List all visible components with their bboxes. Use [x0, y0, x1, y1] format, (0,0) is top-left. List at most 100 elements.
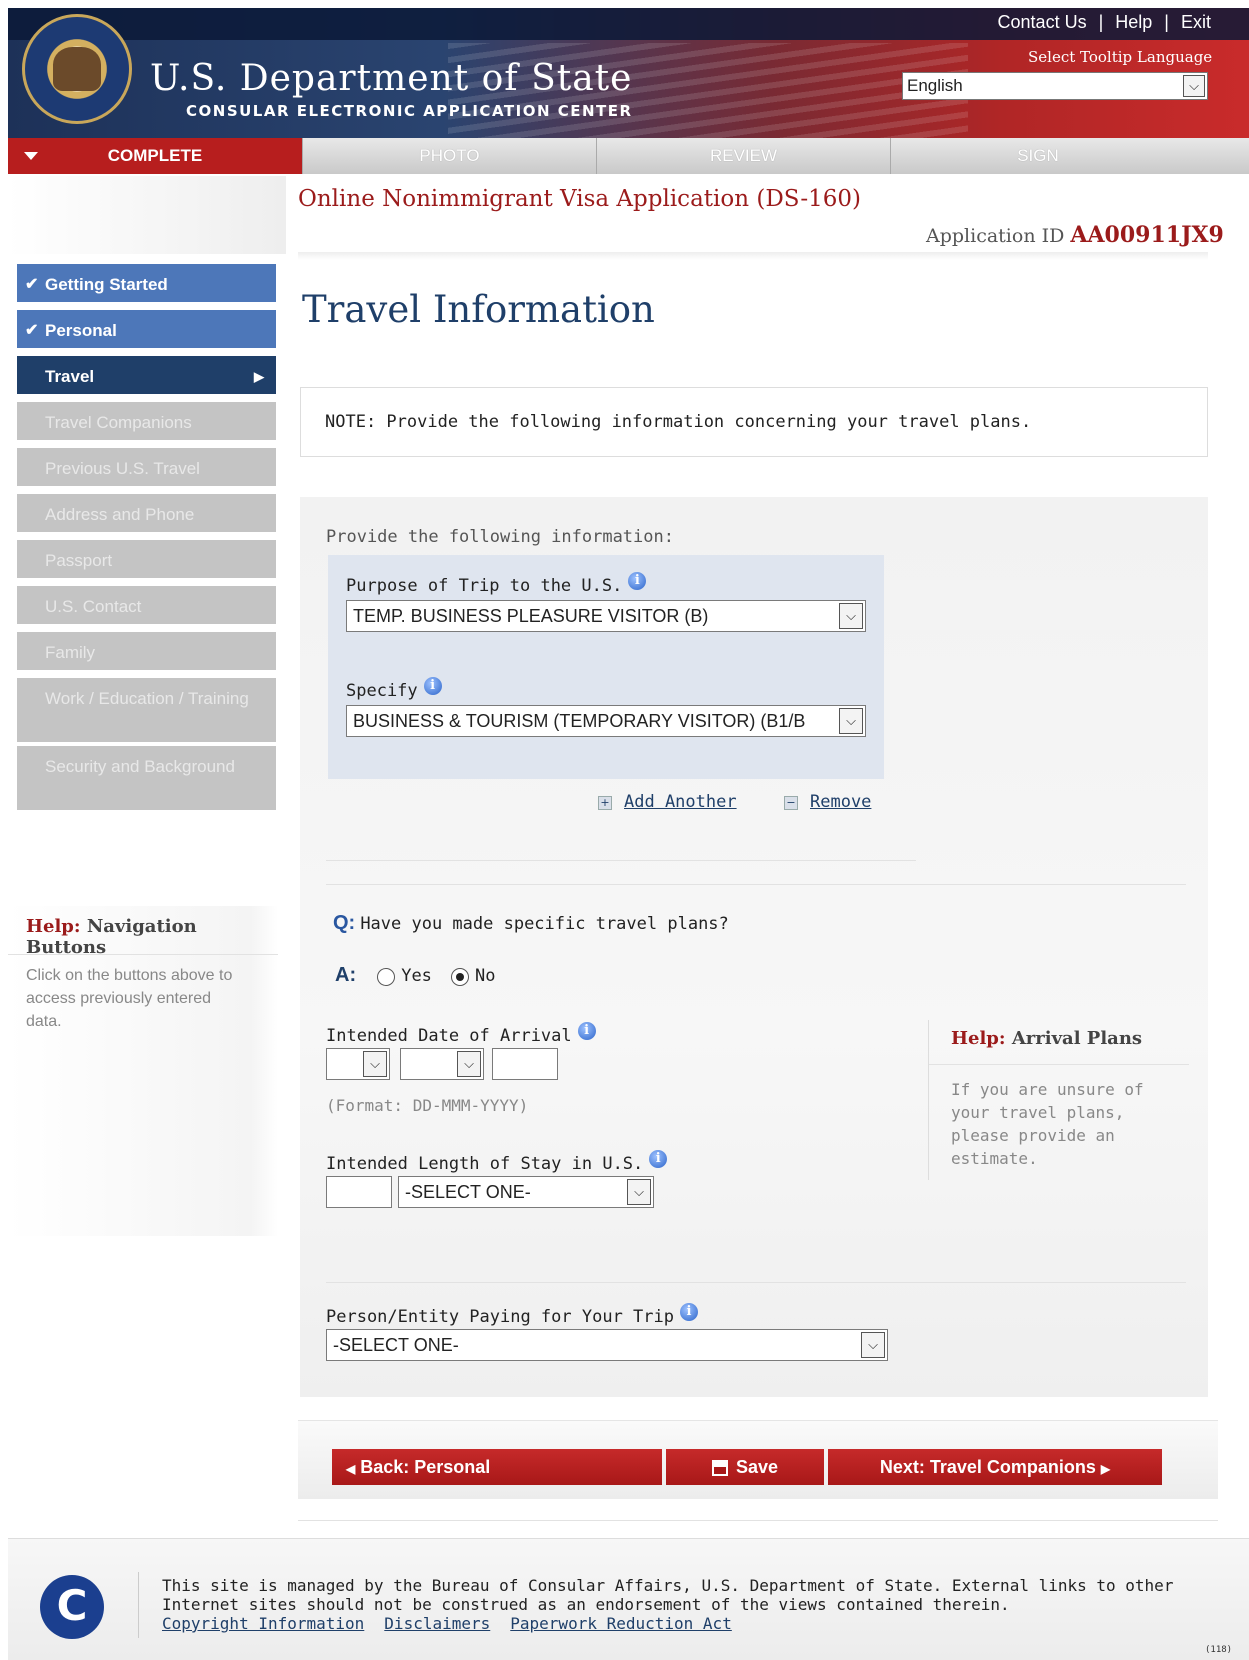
travel-plans-question: Q: Have you made specific travel plans? — [333, 912, 729, 934]
radio-no-button[interactable] — [451, 967, 470, 986]
next-button[interactable]: Next: Travel Companions ▶ — [828, 1449, 1162, 1485]
sidebar-item-label: Address and Phone — [45, 505, 195, 524]
section-divider — [326, 860, 916, 861]
page-title: Travel Information — [302, 288, 655, 331]
payer-select[interactable]: -SELECT ONE- ⌵ — [326, 1329, 888, 1361]
disclaimers-link[interactable]: Disclaimers — [384, 1614, 490, 1633]
arrival-day-select[interactable]: ⌵ — [326, 1048, 390, 1080]
navigation-button-bar: ◀ Back: Personal Save Next: Travel Compa… — [298, 1420, 1218, 1499]
tab-label: SIGN — [1017, 146, 1059, 165]
tab-review: REVIEW — [597, 138, 891, 174]
chevron-down-icon[interactable]: ⌵ — [1183, 75, 1205, 97]
info-icon[interactable]: i — [680, 1303, 698, 1321]
footer-text-block: This site is managed by the Bureau of Co… — [162, 1576, 1212, 1633]
footer-disclaimer: This site is managed by the Bureau of Co… — [162, 1576, 1174, 1614]
chevron-down-icon[interactable]: ⌵ — [627, 1179, 651, 1205]
department-subtitle: CONSULAR ELECTRONIC APPLICATION CENTER — [186, 102, 633, 120]
floppy-disk-icon — [711, 1460, 728, 1477]
help-navigation-title: Help: Navigation Buttons — [26, 916, 197, 958]
department-seal-logo — [22, 14, 132, 124]
remove-button[interactable]: − Remove — [784, 792, 871, 812]
add-another-button[interactable]: + Add Another — [598, 792, 737, 812]
footer-links: Copyright Information Disclaimers Paperwor… — [162, 1614, 1212, 1633]
footer-separator — [138, 1572, 139, 1638]
info-icon[interactable]: i — [649, 1150, 668, 1168]
arrival-month-select[interactable]: ⌵ — [400, 1048, 484, 1080]
copyright-link[interactable]: Copyright Information — [162, 1614, 364, 1633]
sidebar-item-label: Passport — [45, 551, 113, 570]
provide-info-label: Provide the following information: — [326, 527, 674, 547]
tab-complete[interactable]: COMPLETE — [8, 138, 303, 174]
sidebar-item-us-contact: U.S. Contact — [17, 586, 276, 628]
sidebar-item-label: U.S. Contact — [45, 597, 142, 616]
header-links: Contact Us | Help | Exit — [986, 12, 1223, 33]
chevron-down-icon[interactable]: ⌵ — [839, 603, 863, 629]
exit-link[interactable]: Exit — [1169, 12, 1223, 32]
length-of-stay-unit-select[interactable]: -SELECT ONE- ⌵ — [398, 1176, 654, 1208]
sidebar-item-label: Travel — [45, 367, 95, 386]
back-button[interactable]: ◀ Back: Personal — [332, 1449, 662, 1485]
purpose-select[interactable]: TEMP. BUSINESS PLEASURE VISITOR (B) ⌵ — [346, 600, 866, 632]
info-icon[interactable]: i — [423, 677, 442, 695]
note-box: NOTE: Provide the following information … — [300, 387, 1208, 457]
help-navigation-text: Click on the buttons above to access pre… — [26, 967, 233, 1030]
specify-select[interactable]: BUSINESS & TOURISM (TEMPORARY VISITOR) (… — [346, 705, 866, 737]
length-of-stay-input[interactable] — [326, 1176, 392, 1208]
payer-label: Person/Entity Paying for Your Trip i — [326, 1303, 698, 1327]
tab-photo: PHOTO — [303, 138, 597, 174]
sidebar-item-passport: Passport — [17, 540, 276, 582]
help-link[interactable]: Help — [1103, 12, 1164, 32]
sidebar-item-getting-started[interactable]: ✔ Getting Started — [17, 264, 276, 306]
consular-affairs-logo: C — [40, 1575, 104, 1639]
radio-yes-button[interactable] — [377, 967, 396, 986]
sidebar-item-label: Getting Started — [45, 275, 168, 294]
tab-sign: SIGN — [891, 138, 1185, 174]
payer-select-value: -SELECT ONE- — [333, 1335, 459, 1355]
sidebar-item-personal[interactable]: ✔ Personal — [17, 310, 276, 352]
info-icon[interactable]: i — [577, 1022, 596, 1040]
version-number: (118) — [1205, 1645, 1233, 1655]
help-navigation-panel: Help: Navigation Buttons Click on the bu… — [8, 906, 278, 1236]
chevron-down-icon[interactable]: ⌵ — [457, 1051, 481, 1077]
paperwork-reduction-link[interactable]: Paperwork Reduction Act — [510, 1614, 732, 1633]
save-button[interactable]: Save — [666, 1449, 824, 1485]
tab-label: PHOTO — [419, 146, 480, 165]
tooltip-language-select[interactable]: English ⌵ — [902, 72, 1208, 100]
caret-left-icon: ◀ — [346, 1462, 356, 1476]
sidebar-item-label: Travel Companions — [45, 413, 192, 432]
tooltip-language-label: Select Tooltip Language — [1028, 48, 1213, 66]
sidebar-item-label: Work / Education / Training — [45, 689, 249, 708]
tab-label: REVIEW — [709, 146, 778, 165]
chevron-down-icon[interactable]: ⌵ — [839, 708, 863, 734]
sidebar-item-previous-us-travel: Previous U.S. Travel — [17, 448, 276, 490]
sidebar-item-travel-companions: Travel Companions — [17, 402, 276, 444]
caret-right-icon: ▶ — [1100, 1462, 1111, 1476]
progress-tabs: COMPLETE PHOTO REVIEW SIGN — [8, 138, 1249, 174]
sidebar-item-label: Previous U.S. Travel — [45, 459, 200, 478]
checkmark-icon: ✔ — [25, 276, 39, 293]
purpose-label: Purpose of Trip to the U.S. i — [346, 572, 647, 596]
sidebar-item-work-education: Work / Education / Training — [17, 678, 276, 746]
specify-label: Specify i — [346, 677, 442, 701]
length-of-stay-unit-value: -SELECT ONE- — [405, 1182, 531, 1202]
length-of-stay-label: Intended Length of Stay in U.S. i — [326, 1150, 668, 1174]
sidebar-item-travel[interactable]: Travel ▶ — [17, 356, 276, 398]
application-id-label: Application ID — [926, 225, 1065, 247]
arrival-year-input[interactable] — [492, 1048, 558, 1080]
chevron-down-icon[interactable]: ⌵ — [363, 1051, 387, 1077]
contact-us-link[interactable]: Contact Us — [986, 12, 1099, 32]
tab-label: COMPLETE — [107, 146, 203, 165]
caret-right-icon: ▶ — [254, 369, 264, 384]
sidebar-item-label: Family — [45, 643, 96, 662]
sidebar-item-label: Personal — [45, 321, 117, 340]
application-title: Online Nonimmigrant Visa Application (DS… — [298, 186, 862, 212]
triangle-down-icon — [24, 152, 38, 160]
chevron-down-icon[interactable]: ⌵ — [861, 1332, 885, 1358]
info-icon[interactable]: i — [628, 572, 647, 590]
radio-yes[interactable]: Yes — [377, 966, 446, 986]
arrival-date-label: Intended Date of Arrival i — [326, 1022, 596, 1046]
arrival-format-hint: (Format: DD-MMM-YYYY) — [326, 1096, 529, 1115]
help-arrival-text: If you are unsure of your travel plans, … — [951, 1080, 1144, 1168]
tooltip-language-value: English — [907, 76, 963, 95]
radio-no[interactable]: No — [451, 966, 496, 986]
